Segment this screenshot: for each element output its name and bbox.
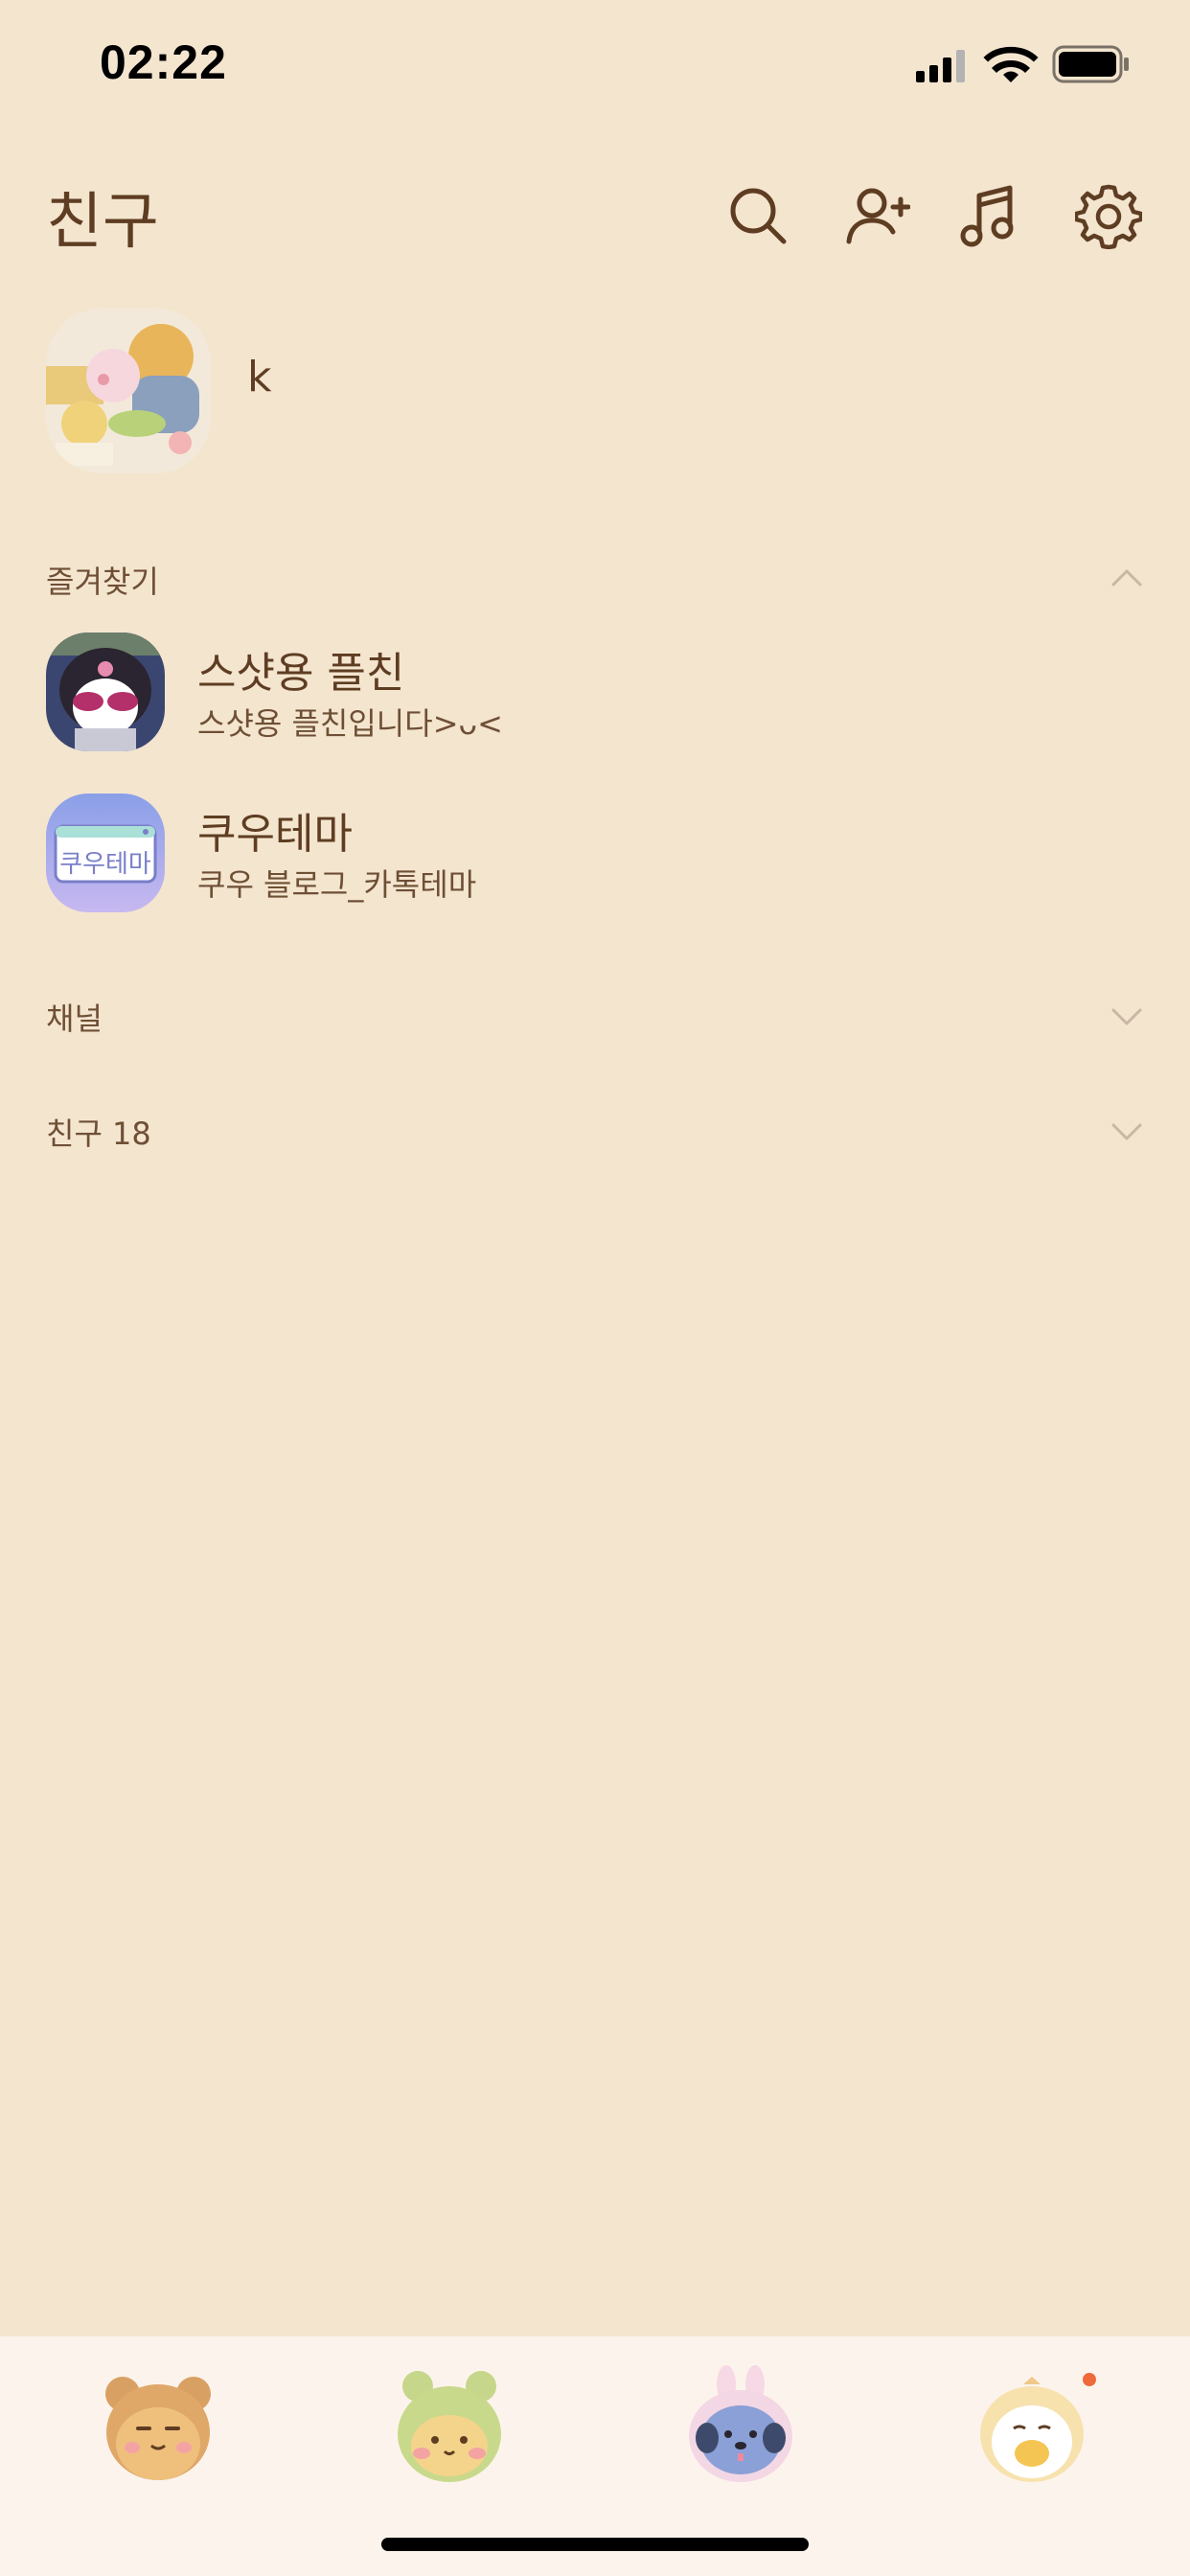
favorites-section-label[interactable]: 즐겨찾기	[46, 558, 159, 602]
bottom-tab-bar	[0, 2336, 1190, 2576]
friends-tab-icon[interactable]	[96, 2365, 220, 2490]
more-tab-icon[interactable]	[970, 2365, 1094, 2490]
chevron-down-icon[interactable]	[1106, 995, 1148, 1037]
friends-section-label[interactable]: 친구 18	[46, 1110, 151, 1154]
wifi-icon	[983, 46, 1039, 82]
channels-section-label[interactable]: 채널	[46, 995, 103, 1039]
home-indicator	[381, 2538, 809, 2551]
favorite-name: 쿠우테마	[197, 810, 353, 859]
signal-icon	[916, 50, 965, 82]
favorite-avatar: 쿠우테마	[46, 794, 165, 912]
chevron-up-icon[interactable]	[1106, 558, 1148, 600]
page-title: 친구	[46, 187, 159, 258]
chevron-down-icon[interactable]	[1106, 1110, 1148, 1152]
favorite-item[interactable]: 쿠우테마 쿠우테마 쿠우 블로그_카톡테마	[0, 782, 1190, 926]
status-icons	[910, 42, 1140, 90]
notification-dot	[1083, 2373, 1096, 2386]
my-profile-name[interactable]: k	[247, 353, 271, 402]
settings-icon[interactable]	[1073, 182, 1144, 250]
view-tab-icon[interactable]	[678, 2365, 803, 2490]
add-friend-icon[interactable]	[843, 182, 911, 249]
battery-icon	[1052, 45, 1129, 83]
favorite-avatar	[46, 632, 165, 751]
favorite-status-message: 쿠우 블로그_카톡테마	[197, 866, 477, 903]
music-icon[interactable]	[956, 182, 1023, 249]
favorite-avatar-text: 쿠우테마	[59, 850, 151, 879]
status-time: 02:22	[100, 35, 227, 89]
search-icon[interactable]	[724, 182, 791, 249]
my-profile-avatar[interactable]	[46, 309, 211, 473]
chats-tab-icon[interactable]	[387, 2365, 512, 2490]
favorite-item[interactable]: 스샷용 플친 스샷용 플친입니다>ᴗ<	[0, 621, 1190, 765]
favorite-status-message: 스샷용 플친입니다>ᴗ<	[197, 705, 503, 742]
favorite-name: 스샷용 플친	[197, 649, 405, 698]
